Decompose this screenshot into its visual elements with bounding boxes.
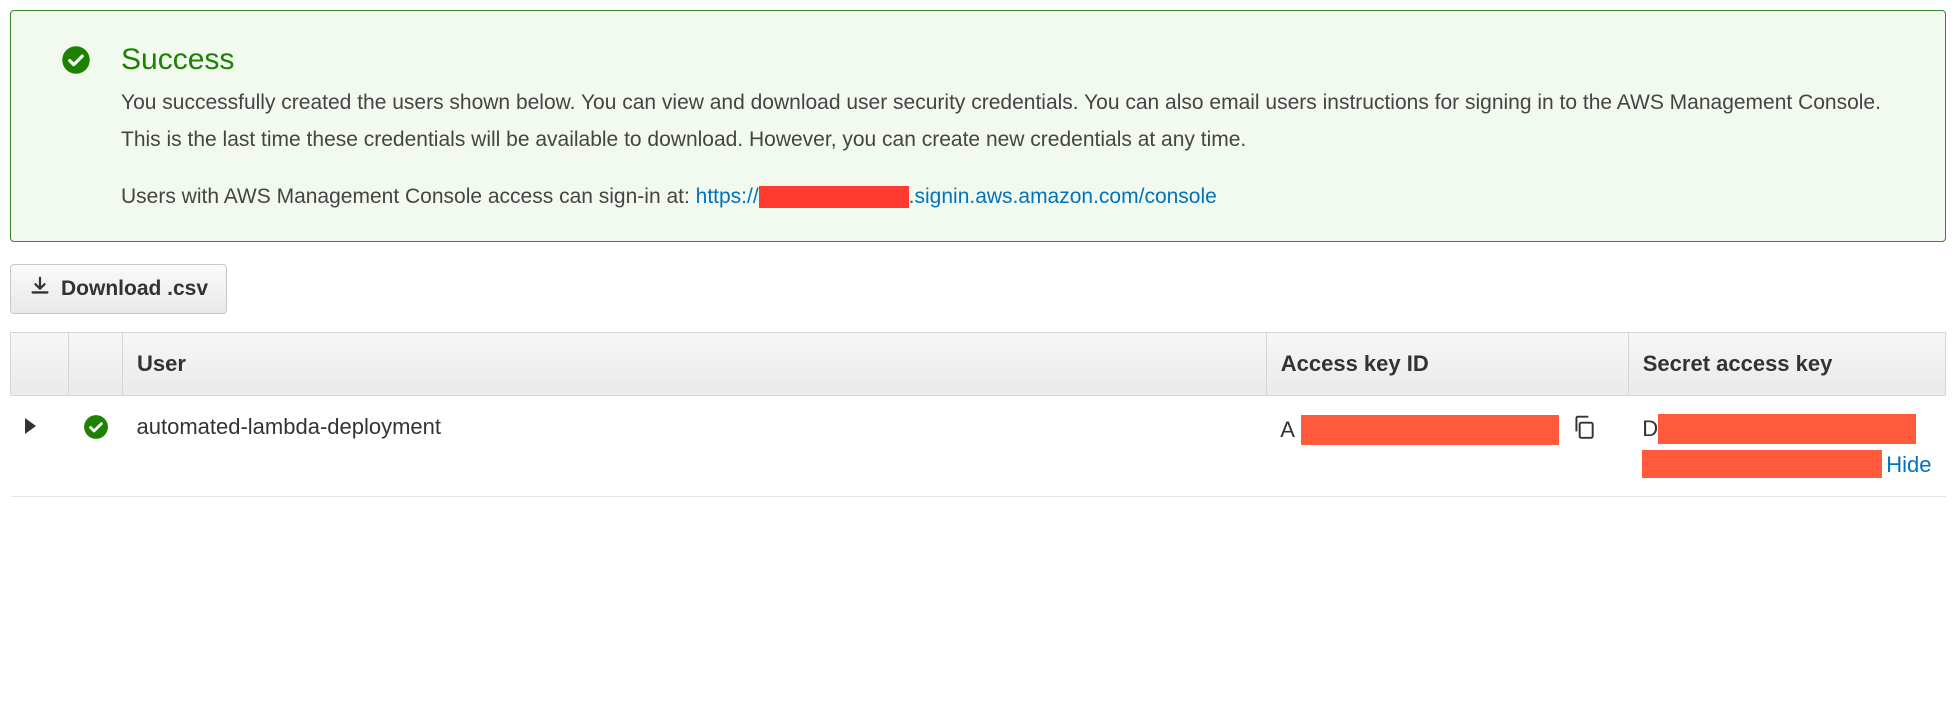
column-secret-access-key[interactable]: Secret access key — [1628, 332, 1945, 395]
column-access-key-id[interactable]: Access key ID — [1266, 332, 1628, 395]
download-csv-label: Download .csv — [61, 277, 208, 301]
success-alert: Success You successfully created the use… — [10, 10, 1946, 242]
redacted-access-key — [1301, 415, 1559, 445]
redacted-secret-key-line2 — [1642, 450, 1882, 478]
download-csv-button[interactable]: Download .csv — [10, 264, 227, 314]
copy-access-key-icon[interactable] — [1565, 414, 1597, 446]
redacted-account-id — [759, 186, 909, 208]
success-title: Success — [121, 43, 1905, 77]
users-table: User Access key ID Secret access key aut… — [10, 332, 1946, 497]
expand-row-caret-icon[interactable] — [25, 418, 36, 434]
column-expand — [11, 332, 69, 395]
success-icon — [61, 43, 91, 81]
column-user[interactable]: User — [123, 332, 1267, 395]
hide-secret-link[interactable]: Hide — [1886, 452, 1931, 478]
table-row: automated-lambda-deployment A — [11, 395, 1946, 496]
column-status — [69, 332, 123, 395]
row-status-icon — [83, 420, 109, 445]
success-description: You successfully created the users shown… — [121, 85, 1905, 159]
redacted-secret-key-line1 — [1658, 414, 1916, 444]
access-key-prefix: A — [1280, 417, 1295, 443]
cell-username: automated-lambda-deployment — [123, 395, 1267, 496]
signin-line: Users with AWS Management Console access… — [121, 185, 1905, 209]
download-icon — [29, 275, 51, 303]
signin-prefix-text: Users with AWS Management Console access… — [121, 185, 696, 208]
secret-key-prefix: D — [1642, 416, 1658, 442]
signin-url-link[interactable]: https://.signin.aws.amazon.com/console — [696, 185, 1217, 208]
